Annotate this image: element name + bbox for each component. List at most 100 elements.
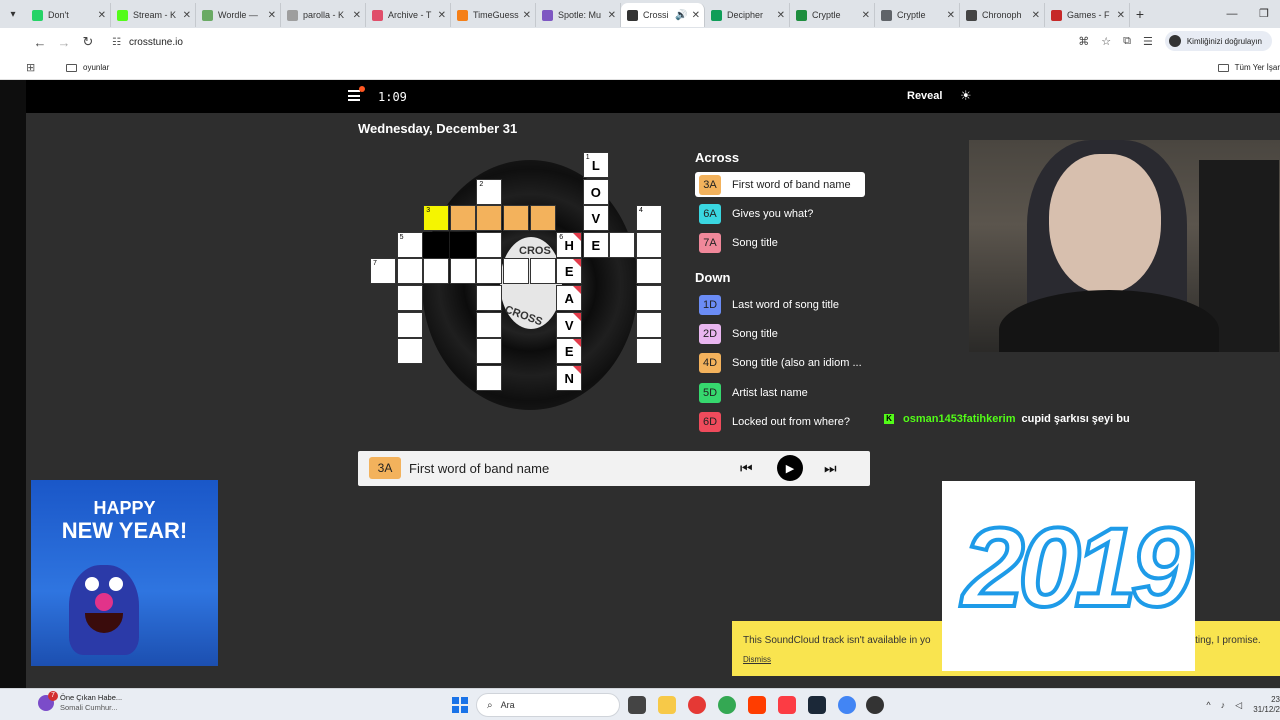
grid-cell[interactable] bbox=[636, 231, 662, 258]
grid-cell[interactable]: 2 bbox=[476, 178, 503, 205]
tab-close-icon[interactable]: ✕ bbox=[692, 10, 700, 21]
windows-start-icon[interactable] bbox=[452, 697, 468, 713]
grid-cell[interactable]: 1L bbox=[582, 152, 609, 178]
taskbar-clock[interactable]: 23 31/12/2 bbox=[1252, 695, 1280, 715]
clue-1d[interactable]: 1D Last word of song title bbox=[695, 292, 865, 317]
grid-cell[interactable]: V bbox=[582, 205, 609, 232]
clue-4d[interactable]: 4D Song title (also an idiom ... bbox=[695, 351, 865, 376]
forward-icon[interactable]: → bbox=[52, 35, 76, 50]
next-icon[interactable]: ⏭ bbox=[824, 460, 837, 477]
extensions-icon[interactable]: ⧉ bbox=[1123, 35, 1131, 48]
tab-close-icon[interactable]: ✕ bbox=[268, 10, 276, 21]
grid-cell[interactable] bbox=[636, 258, 662, 285]
tab-close-icon[interactable]: ✕ bbox=[862, 10, 870, 21]
grid-cell[interactable]: E bbox=[582, 231, 609, 258]
tab-close-icon[interactable]: ✕ bbox=[1117, 10, 1125, 21]
browser-tab[interactable]: Decipher ✕ bbox=[705, 3, 790, 27]
new-tab-icon[interactable]: + bbox=[1130, 6, 1150, 22]
tab-close-icon[interactable]: ✕ bbox=[183, 10, 191, 21]
browser-tab[interactable]: Crossi 🔊 ✕ bbox=[621, 3, 705, 27]
grid-cell[interactable]: O bbox=[582, 178, 609, 205]
grid-cell[interactable] bbox=[476, 258, 503, 285]
grid-cell[interactable] bbox=[503, 258, 529, 285]
browser-tab[interactable]: parolla - K ✕ bbox=[281, 3, 366, 27]
grid-cell[interactable] bbox=[476, 364, 503, 391]
grid-cell[interactable] bbox=[503, 205, 529, 232]
grid-cell[interactable]: 5 bbox=[396, 231, 423, 258]
play-button[interactable]: ▶ bbox=[777, 455, 803, 481]
browser-tab[interactable]: Don't ✕ bbox=[26, 3, 111, 27]
grid-cell[interactable] bbox=[423, 258, 450, 285]
browser-tab[interactable]: Cryptle ✕ bbox=[790, 3, 875, 27]
clue-6a[interactable]: 6A Gives you what? bbox=[695, 201, 865, 226]
music-app-icon[interactable] bbox=[778, 696, 796, 714]
app-icon[interactable] bbox=[688, 696, 706, 714]
grid-cell[interactable] bbox=[449, 205, 476, 232]
app-icon[interactable] bbox=[748, 696, 766, 714]
grid-cell[interactable] bbox=[476, 338, 503, 365]
translate-icon[interactable]: ⌘ bbox=[1078, 35, 1089, 48]
tab-close-icon[interactable]: ✕ bbox=[608, 10, 616, 21]
reload-icon[interactable]: ↻ bbox=[76, 34, 100, 50]
grid-cell[interactable]: 6H bbox=[556, 231, 583, 258]
volume-icon[interactable]: ◁ bbox=[1235, 700, 1242, 711]
microphone-icon[interactable]: ♪ bbox=[1221, 700, 1226, 710]
clue-5d[interactable]: 5D Artist last name bbox=[695, 380, 865, 405]
menu-icon[interactable] bbox=[348, 90, 360, 101]
address-bar[interactable]: ☷ crosstune.io bbox=[106, 31, 1116, 53]
clue-6d[interactable]: 6D Locked out from where? bbox=[695, 410, 865, 435]
site-info-icon[interactable]: ☷ bbox=[112, 37, 121, 48]
lightbulb-icon[interactable]: ☀ bbox=[960, 88, 972, 104]
grid-cell[interactable]: E bbox=[556, 338, 583, 365]
grid-cell[interactable]: 4 bbox=[636, 205, 662, 232]
news-widget[interactable]: 7 Öne Çıkan Habe... Somali Cumhur... bbox=[38, 691, 122, 713]
taskbar-search[interactable]: ⌕ Ara bbox=[476, 693, 620, 717]
grid-cell[interactable] bbox=[636, 311, 662, 338]
app-icon[interactable] bbox=[866, 696, 884, 714]
bookmark-folder-oyunlar[interactable]: oyunlar bbox=[66, 63, 109, 72]
grid-cell[interactable] bbox=[396, 311, 423, 338]
grid-cell[interactable] bbox=[476, 205, 503, 232]
grid-cell[interactable] bbox=[476, 311, 503, 338]
grid-cell[interactable] bbox=[396, 258, 423, 285]
profile-button[interactable]: Kimliğinizi doğrulayın bbox=[1164, 31, 1272, 51]
maximize-icon[interactable]: ❐ bbox=[1248, 0, 1280, 28]
grid-cell[interactable]: N bbox=[556, 364, 583, 391]
grid-cell[interactable]: 3 bbox=[423, 205, 450, 232]
tab-close-icon[interactable]: ✕ bbox=[1032, 10, 1040, 21]
tray-chevron-icon[interactable]: ^ bbox=[1206, 700, 1210, 710]
media-controls-icon[interactable]: ☰ bbox=[1143, 35, 1153, 48]
tab-audio-icon[interactable]: 🔊 bbox=[675, 10, 687, 21]
steam-icon[interactable] bbox=[808, 696, 826, 714]
grid-cell[interactable] bbox=[476, 285, 503, 311]
grid-cell[interactable]: V bbox=[556, 311, 583, 338]
tab-close-icon[interactable]: ✕ bbox=[353, 10, 361, 21]
grid-cell[interactable] bbox=[529, 205, 556, 232]
bookmark-star-icon[interactable]: ☆ bbox=[1101, 35, 1111, 48]
chrome-icon[interactable] bbox=[838, 696, 856, 714]
reveal-button[interactable]: Reveal bbox=[907, 90, 942, 102]
tab-close-icon[interactable]: ✕ bbox=[523, 10, 531, 21]
grid-cell[interactable] bbox=[636, 338, 662, 365]
grid-cell[interactable]: A bbox=[556, 285, 583, 311]
chrome-icon[interactable] bbox=[718, 696, 736, 714]
browser-tab[interactable]: Wordle — ✕ bbox=[196, 3, 281, 27]
apps-grid-icon[interactable]: ⊞ bbox=[26, 61, 52, 74]
grid-cell[interactable] bbox=[529, 258, 556, 285]
browser-tab[interactable]: TimeGuess ✕ bbox=[451, 3, 536, 27]
grid-cell[interactable] bbox=[396, 338, 423, 365]
clue-3a[interactable]: 3A First word of band name bbox=[695, 172, 865, 197]
previous-icon[interactable]: ⏮ bbox=[740, 460, 753, 477]
grid-cell[interactable] bbox=[636, 285, 662, 311]
all-bookmarks[interactable]: Tüm Yer İşar bbox=[1217, 63, 1280, 72]
browser-tab[interactable]: Stream - K ✕ bbox=[111, 3, 196, 27]
tab-close-icon[interactable]: ✕ bbox=[438, 10, 446, 21]
grid-cell[interactable] bbox=[609, 231, 636, 258]
back-icon[interactable]: ← bbox=[28, 35, 52, 50]
minimize-icon[interactable]: — bbox=[1216, 0, 1248, 28]
task-view-icon[interactable] bbox=[628, 696, 646, 714]
clue-7a[interactable]: 7A Song title bbox=[695, 231, 865, 256]
grid-cell[interactable] bbox=[476, 231, 503, 258]
tab-close-icon[interactable]: ✕ bbox=[98, 10, 106, 21]
grid-cell[interactable] bbox=[449, 258, 476, 285]
